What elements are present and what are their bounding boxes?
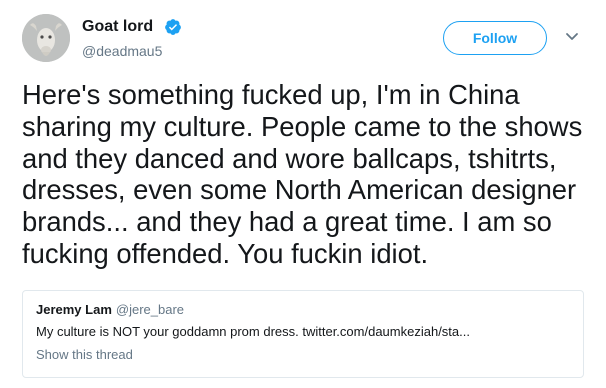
- tweet-card: Goat lord @deadmau5 Follow Here's someth…: [0, 0, 606, 388]
- tweet-text: Here's something fucked up, I'm in China…: [22, 79, 583, 269]
- quoted-tweet-text: My culture is NOT your goddamn prom dres…: [36, 324, 470, 339]
- quoted-tweet[interactable]: Jeremy Lam @jere_bare My culture is NOT y…: [22, 290, 584, 378]
- follow-button[interactable]: Follow: [443, 21, 547, 55]
- show-thread-link[interactable]: Show this thread: [36, 347, 133, 363]
- goat-avatar-icon: [22, 14, 70, 62]
- avatar[interactable]: [22, 14, 70, 62]
- quoted-author-handle: @jere_bare: [115, 302, 185, 317]
- verified-badge-icon: [165, 19, 181, 35]
- quoted-author-name: Jeremy Lam: [36, 302, 112, 317]
- chevron-down-icon[interactable]: [565, 32, 579, 42]
- author-handle[interactable]: @deadmau5: [82, 42, 162, 60]
- quoted-tweet-header: Jeremy Lam @jere_bare: [36, 302, 184, 318]
- display-name[interactable]: Goat lord: [82, 17, 153, 37]
